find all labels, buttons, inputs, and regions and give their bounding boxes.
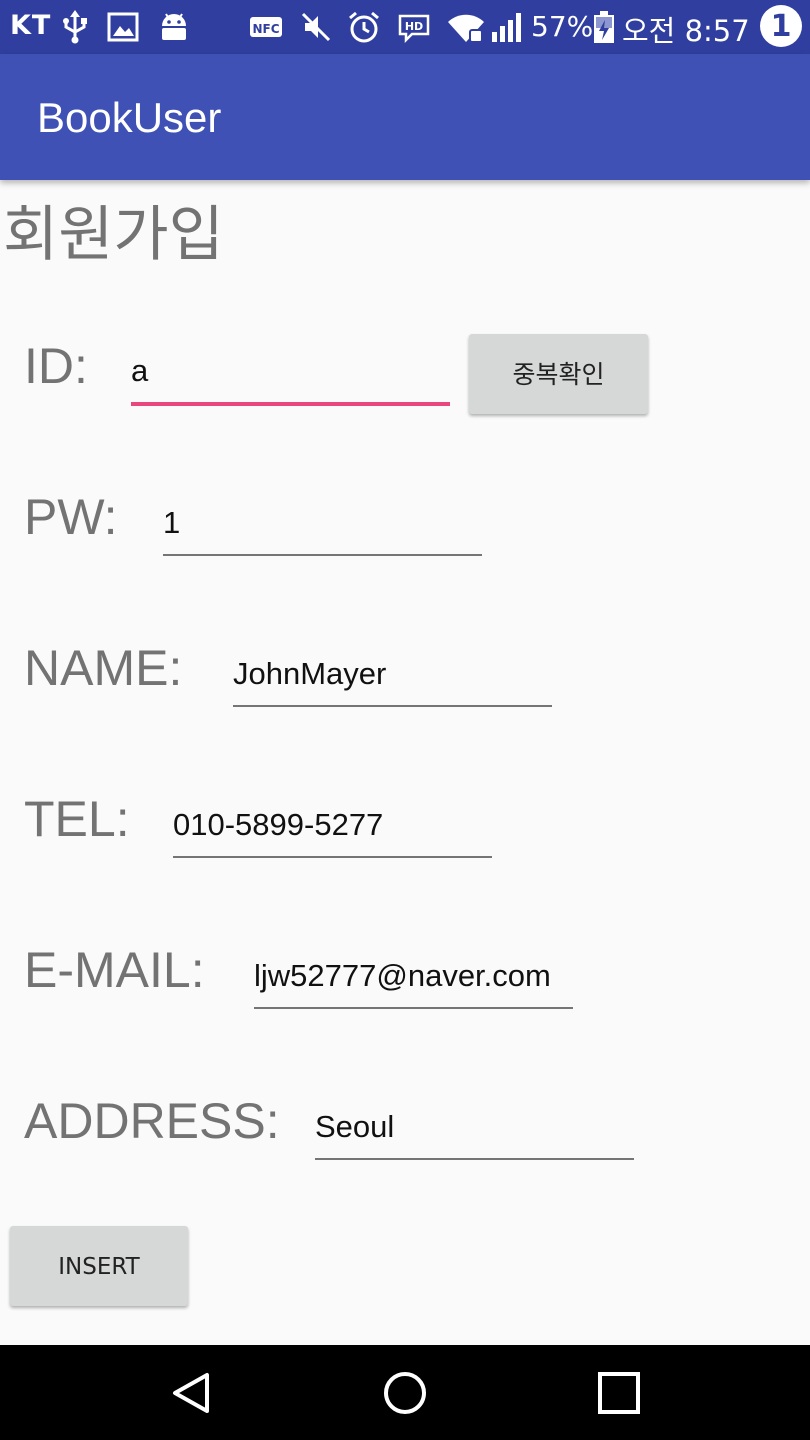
nfc-icon: NFC <box>250 17 282 37</box>
signal-icon <box>492 13 521 42</box>
email-input[interactable] <box>254 951 573 1009</box>
recents-icon[interactable] <box>595 1369 643 1417</box>
hd-voice-icon: HD <box>398 14 430 44</box>
navigation-bar <box>0 1345 810 1440</box>
notification-count-badge: 1 <box>760 5 802 47</box>
battery-percent: 57% <box>531 10 594 43</box>
back-icon[interactable] <box>167 1369 215 1417</box>
home-icon[interactable] <box>381 1369 429 1417</box>
name-input[interactable] <box>233 649 552 707</box>
id-label: ID: <box>24 338 88 394</box>
page-title: 회원가입 <box>3 200 224 270</box>
alarm-icon <box>349 11 379 43</box>
clock: 오전 8:57 <box>622 14 750 48</box>
id-input[interactable] <box>131 346 450 406</box>
email-label: E-MAIL: <box>24 942 205 998</box>
svg-text:HD: HD <box>405 20 423 33</box>
address-input[interactable] <box>315 1102 634 1160</box>
status-bar: KT NFC HD 57% 오전 8:57 1 <box>0 0 810 54</box>
battery-charging-icon <box>594 11 614 43</box>
tel-input[interactable] <box>173 800 492 858</box>
svg-text:NFC: NFC <box>252 22 279 36</box>
mute-icon <box>301 12 331 42</box>
pw-input[interactable] <box>163 498 482 556</box>
app-title: BookUser <box>37 94 222 141</box>
carrier-label: KT <box>10 10 52 41</box>
duplicate-check-button[interactable]: 중복확인 <box>469 334 648 414</box>
pw-label: PW: <box>24 489 118 545</box>
app-bar: BookUser <box>0 54 810 180</box>
insert-button[interactable]: INSERT <box>10 1226 188 1306</box>
address-label: ADDRESS: <box>24 1093 280 1149</box>
tel-label: TEL: <box>24 791 130 847</box>
usb-icon <box>63 10 87 44</box>
android-icon <box>162 13 186 40</box>
image-icon <box>107 12 139 42</box>
wifi-icon <box>448 14 484 43</box>
name-label: NAME: <box>24 640 183 696</box>
